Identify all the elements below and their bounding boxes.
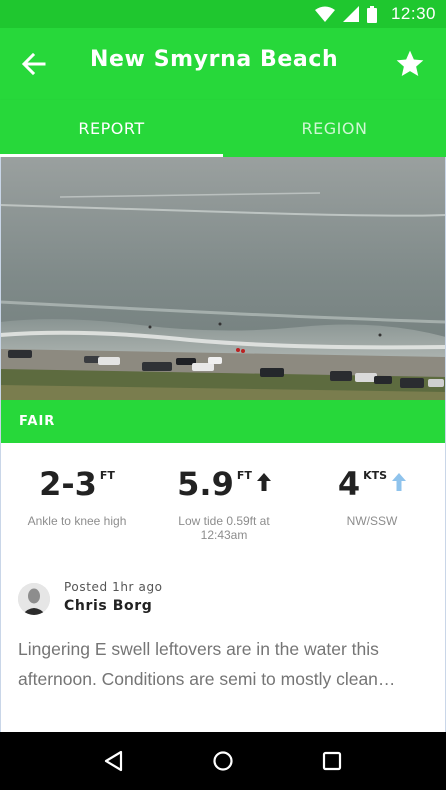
wind-card: 4 KTS NW/SSW — [322, 465, 422, 528]
surf-cam-image[interactable] — [0, 157, 446, 400]
status-time: 12:30 — [390, 4, 436, 23]
wifi-icon — [314, 6, 335, 22]
battery-icon — [366, 5, 377, 23]
surf-cam-picture — [0, 157, 446, 400]
square-recents-icon — [322, 751, 341, 771]
avatar — [18, 583, 50, 615]
left-edge-divider — [0, 157, 1, 732]
surf-rating-bar: FAIR — [0, 400, 446, 443]
favorite-button[interactable] — [394, 48, 426, 80]
triangle-back-icon — [105, 750, 123, 772]
tide-unit: FT — [236, 469, 252, 482]
page-title: New Smyrna Beach — [90, 47, 339, 72]
circle-home-icon — [213, 751, 233, 771]
report-text: Lingering E swell leftovers are in the w… — [18, 639, 396, 689]
surf-height-value: 2-3 — [39, 465, 97, 503]
post-timestamp: Posted 1hr ago — [64, 580, 163, 594]
tide-card: 5.9 FT Low tide 0.59ft at 12:43am — [164, 465, 284, 542]
tide-description: Low tide 0.59ft at 12:43am — [178, 514, 270, 542]
surf-height-unit: FT — [99, 469, 115, 482]
rating-label: FAIR — [19, 414, 56, 429]
cell-signal-icon — [342, 6, 359, 22]
system-nav-bar — [0, 732, 446, 790]
wind-description: NW/SSW — [346, 514, 398, 528]
arrow-back-icon — [21, 52, 46, 76]
author-name: Chris Borg — [64, 598, 153, 614]
wind-unit: KTS — [363, 469, 388, 482]
status-bar: 12:30 — [0, 0, 446, 28]
tab-region[interactable]: REGION — [223, 100, 446, 157]
nav-back-button[interactable] — [100, 747, 128, 775]
wind-direction-icon — [392, 473, 407, 491]
surf-height-description: Ankle to knee high — [27, 514, 127, 528]
nav-recents-button[interactable] — [318, 747, 346, 775]
surf-height-card: 2-3 FT Ankle to knee high — [18, 465, 136, 528]
back-button[interactable] — [20, 50, 48, 78]
tide-value: 5.9 — [177, 465, 234, 503]
conditions-panel: 2-3 FT Ankle to knee high 5.9 FT Low tide … — [0, 443, 446, 563]
arrow-up-icon — [256, 473, 271, 491]
nav-home-button[interactable] — [209, 747, 237, 775]
star-icon — [396, 50, 424, 76]
avatar-picture — [18, 583, 50, 615]
tab-report[interactable]: REPORT — [0, 100, 223, 157]
app-bar: New Smyrna Beach — [0, 28, 446, 100]
wind-value: 4 — [337, 465, 361, 503]
tab-bar: REPORT REGION — [0, 100, 446, 157]
